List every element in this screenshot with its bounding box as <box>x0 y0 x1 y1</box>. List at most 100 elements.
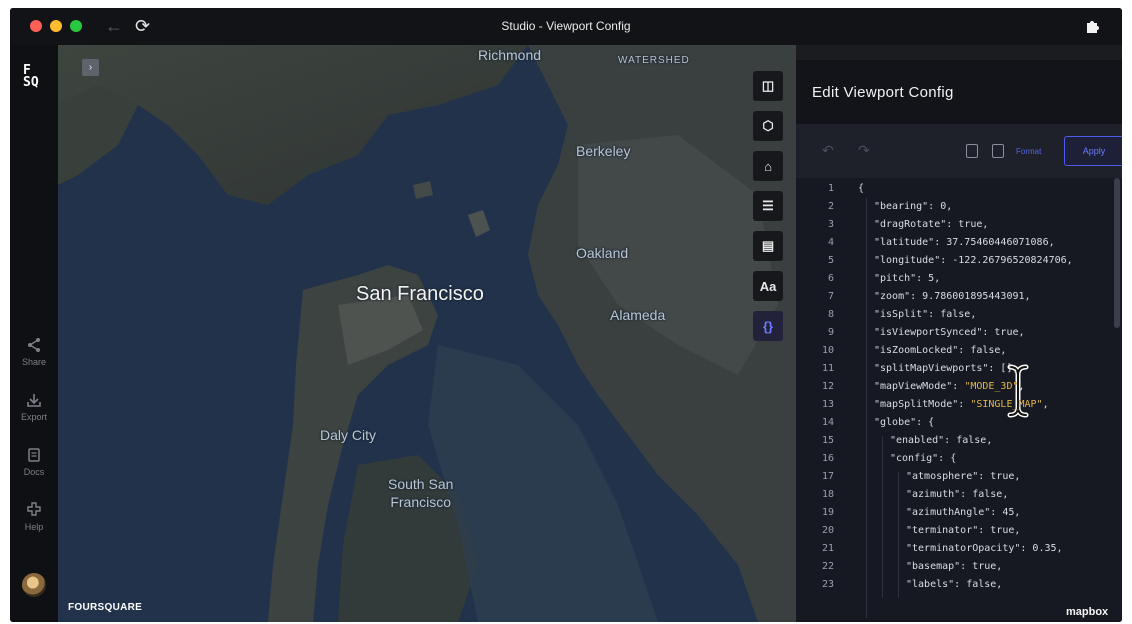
code-text: "mapViewMode": "MODE_3D", <box>874 378 1025 396</box>
code-text: "isZoomLocked": false, <box>874 342 1006 360</box>
code-token: "splitMapViewports": [], <box>874 363 1019 374</box>
panel-header: Edit Viewport Config <box>796 60 1122 124</box>
undo-icon[interactable]: ↶ <box>822 142 834 159</box>
code-line: 23 "labels": false, <box>796 576 1114 594</box>
sidebar-item-export[interactable]: Export <box>10 392 58 422</box>
code-text: "mapSplitMode": "SINGLE_MAP", <box>874 396 1049 414</box>
map-label-daly-city: Daly City <box>320 427 377 443</box>
text-icon: Aa <box>759 278 777 294</box>
foursquare-wordmark: FOURSQUARE <box>68 602 143 613</box>
code-line: 19 "azimuthAngle": 45, <box>796 504 1114 522</box>
map-toolbar: ◫ ⬡ ⌂ ☰ ▤ Aa {} <box>753 71 785 351</box>
sidebar-item-label: Export <box>20 412 47 422</box>
map-label-south-san-francisco: South San Francisco <box>388 476 454 510</box>
code-line: 8 "isSplit": false, <box>796 306 1114 324</box>
code-line: 14 "globe": { <box>796 414 1114 432</box>
code-token: "isSplit": false, <box>874 309 977 320</box>
3d-view-button[interactable]: ⬡ <box>753 111 783 141</box>
redo-icon[interactable]: ↷ <box>858 142 870 159</box>
code-text: "enabled": false, <box>890 432 992 450</box>
title-bar: ← ⟳ Studio - Viewport Config <box>10 8 1122 45</box>
map-label-watershed: WATERSHED <box>618 55 690 66</box>
code-line: 3 "dragRotate": true, <box>796 216 1114 234</box>
line-number: 19 <box>821 507 834 518</box>
code-text: "azimuthAngle": 45, <box>906 504 1020 522</box>
mapbox-logo: mapbox <box>1066 606 1109 618</box>
code-line: 5 "longitude": -122.26796520824706, <box>796 252 1114 270</box>
code-token: "isZoomLocked": false, <box>874 345 1007 356</box>
sidebar-item-docs[interactable]: Docs <box>10 447 58 477</box>
code-token: "zoom": 9.786001895443091, <box>874 291 1031 302</box>
line-number: 8 <box>827 309 834 320</box>
viewport-config-button[interactable]: {} <box>753 311 783 341</box>
map-label-richmond: Richmond <box>478 47 542 63</box>
code-line: 12 "mapViewMode": "MODE_3D", <box>796 378 1114 396</box>
code-line: 20 "terminator": true, <box>796 522 1114 540</box>
line-number: 7 <box>827 291 834 302</box>
legend-button[interactable]: ▤ <box>753 231 783 261</box>
code-text: "latitude": 37.75460446071086, <box>874 234 1055 252</box>
code-token: "pitch": 5, <box>874 273 941 284</box>
code-text: { <box>858 180 864 198</box>
code-token: "atmosphere": true, <box>906 471 1021 482</box>
line-number: 12 <box>821 381 834 392</box>
app-window: ← ⟳ Studio - Viewport Config F SQ Share … <box>10 8 1122 622</box>
code-line: 17 "atmosphere": true, <box>796 468 1114 486</box>
collapse-panel-button[interactable]: › <box>82 59 99 76</box>
sidebar-item-help[interactable]: Help <box>10 502 58 532</box>
code-line: 4 "latitude": 37.75460446071086, <box>796 234 1114 252</box>
json-code-editor[interactable]: 1{2 "bearing": 0, 3 "dragRotate": true, 4 "la… <box>796 178 1122 622</box>
save-icon[interactable] <box>992 144 1004 158</box>
satellite-map[interactable]: › Richmond WATERSHED Berkeley Oakland Sa… <box>58 45 796 622</box>
draw-polygon-button[interactable]: ⌂ <box>753 151 783 181</box>
code-text: "pitch": 5, <box>874 270 940 288</box>
line-number: 11 <box>821 363 834 374</box>
line-number: 13 <box>821 399 834 410</box>
split-map-icon: ◫ <box>761 78 775 93</box>
editor-scrollbar[interactable] <box>1114 178 1120 328</box>
code-line: 21 "terminatorOpacity": 0.35, <box>796 540 1114 558</box>
code-line: 7 "zoom": 9.786001895443091, <box>796 288 1114 306</box>
code-text: "config": { <box>890 450 956 468</box>
code-text: "globe": { <box>874 414 934 432</box>
foursquare-logo[interactable]: F SQ <box>23 64 39 89</box>
docs-icon <box>28 448 40 462</box>
sidebar-item-share[interactable]: Share <box>10 337 58 367</box>
code-text: "azimuth": false, <box>906 486 1008 504</box>
clipboard-icon[interactable] <box>966 144 978 158</box>
code-token: "bearing": 0, <box>874 201 953 212</box>
code-line: 22 "basemap": true, <box>796 558 1114 576</box>
code-text: "longitude": -122.26796520824706, <box>874 252 1073 270</box>
code-token: "globe": { <box>874 417 935 428</box>
code-line: 13 "mapSplitMode": "SINGLE_MAP", <box>796 396 1114 414</box>
line-number: 18 <box>821 489 834 500</box>
line-number: 20 <box>821 525 834 536</box>
code-token: { <box>858 183 865 194</box>
code-line: 15 "enabled": false, <box>796 432 1114 450</box>
user-avatar[interactable] <box>22 573 46 597</box>
braces-icon: {} <box>762 318 774 334</box>
apply-button[interactable]: Apply <box>1064 136 1122 166</box>
code-text: "basemap": true, <box>906 558 1002 576</box>
code-text: "dragRotate": true, <box>874 216 988 234</box>
code-text: "labels": false, <box>906 576 1002 594</box>
code-token: "enabled": false, <box>890 435 993 446</box>
code-string-value: "MODE_3D" <box>964 381 1019 392</box>
code-token: "mapSplitMode": <box>874 399 971 410</box>
code-token: "dragRotate": true, <box>874 219 989 230</box>
line-number: 23 <box>821 579 834 590</box>
sidebar-item-label: Share <box>21 357 47 367</box>
layer-list-button[interactable]: ☰ <box>753 191 783 221</box>
code-text: "isSplit": false, <box>874 306 976 324</box>
code-token: "isViewportSynced": true, <box>874 327 1025 338</box>
format-button[interactable]: Format <box>1016 147 1041 156</box>
code-text: "splitMapViewports": [], <box>874 360 1019 378</box>
puzzle-extension-icon[interactable] <box>1084 17 1102 35</box>
code-token: "labels": false, <box>906 579 1003 590</box>
code-text: "terminator": true, <box>906 522 1020 540</box>
line-number: 4 <box>827 237 834 248</box>
split-map-button[interactable]: ◫ <box>753 71 783 101</box>
code-token: , <box>1042 399 1049 410</box>
code-token: "terminatorOpacity": 0.35, <box>906 543 1063 554</box>
labels-button[interactable]: Aa <box>753 271 783 301</box>
